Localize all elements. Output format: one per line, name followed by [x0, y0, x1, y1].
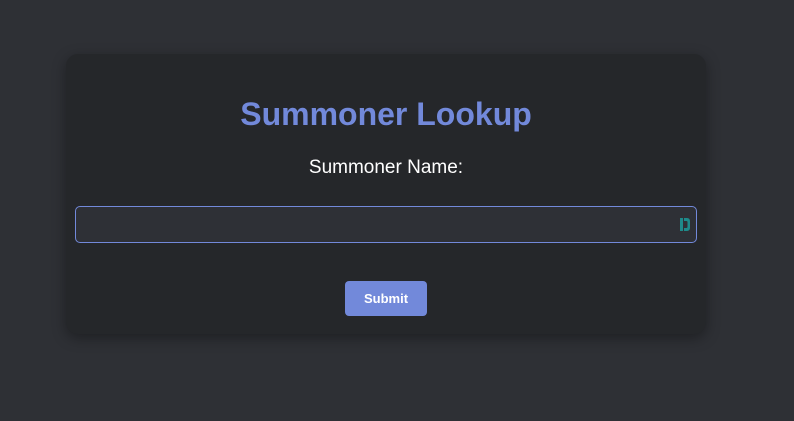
password-manager-icon[interactable]	[680, 217, 691, 232]
summoner-name-label: Summoner Name:	[308, 157, 464, 178]
lookup-card: Summoner Lookup Summoner Name: Submit	[66, 54, 706, 334]
submit-button[interactable]: Submit	[345, 281, 427, 316]
summoner-name-input[interactable]	[75, 206, 697, 243]
summoner-name-field-wrapper	[75, 206, 697, 243]
page-title: Summoner Lookup	[240, 96, 532, 132]
